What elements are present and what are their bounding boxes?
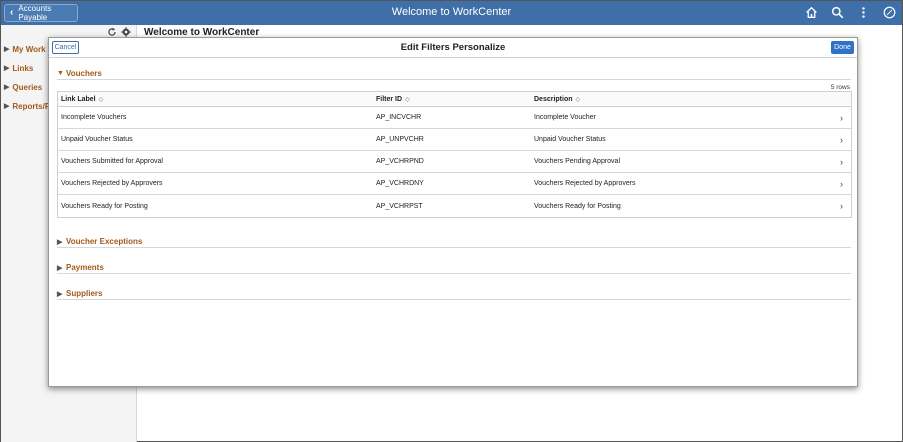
caret-right-icon: ▶ — [57, 238, 63, 246]
sort-icon: ◇ — [575, 96, 581, 103]
banner-title: Welcome to WorkCenter — [391, 6, 512, 18]
filter-id-cell: AP_VCHRDNY — [376, 180, 424, 187]
sort-icon: ◇ — [405, 96, 410, 103]
section-label: Voucher Exceptions — [66, 237, 143, 246]
left-nav-item-label: Links — [12, 63, 34, 73]
link-label-cell: Vouchers Rejected by Approvers — [61, 180, 163, 187]
rows-count: 5 rows — [830, 84, 850, 91]
caret-right-icon: ▶ — [4, 103, 10, 110]
filter-id-cell: AP_VCHRPND — [376, 158, 424, 165]
sort-icon: ◇ — [98, 96, 104, 103]
chevron-right-icon[interactable]: › — [840, 179, 843, 189]
column-header-filter-id[interactable]: Filter ID ◇ — [376, 96, 410, 103]
description-cell: Vouchers Ready for Posting — [534, 202, 621, 210]
link-label-cell: Vouchers Submitted for Approval — [61, 158, 163, 165]
section-suppliers[interactable]: ▶ Suppliers — [57, 288, 851, 300]
link-label-cell: Unpaid Voucher Status — [61, 136, 133, 143]
column-header-link-label[interactable]: Link Label ◇ — [61, 96, 103, 103]
caret-right-icon: ▶ — [4, 46, 10, 53]
edit-filters-modal: Cancel Edit Filters Personalize Done ▼ V… — [48, 37, 858, 387]
grid-header: Link Label ◇ Filter ID ◇ Description ◇ — [58, 92, 851, 107]
modal-header: Cancel Edit Filters Personalize Done — [49, 38, 857, 58]
section-label: Vouchers — [66, 69, 102, 78]
caret-right-icon: ▶ — [57, 264, 63, 272]
table-row[interactable]: Unpaid Voucher Status AP_UNPVCHR Unpaid … — [58, 129, 851, 151]
navbar-icon[interactable] — [881, 4, 897, 20]
left-nav-item-reports[interactable]: ▶ Reports/P — [4, 99, 50, 113]
column-header-description[interactable]: Description ◇ — [534, 96, 580, 103]
left-nav-item-my-work[interactable]: ▶ My Work — [4, 42, 46, 56]
section-voucher-exceptions[interactable]: ▶ Voucher Exceptions — [57, 236, 851, 248]
section-payments[interactable]: ▶ Payments — [57, 262, 851, 274]
left-nav-item-queries[interactable]: ▶ Queries — [4, 80, 42, 94]
section-vouchers[interactable]: ▼ Vouchers — [57, 68, 851, 80]
section-label: Payments — [66, 263, 104, 272]
chevron-right-icon[interactable]: › — [840, 135, 843, 145]
chevron-right-icon[interactable]: › — [840, 113, 843, 123]
column-header-label: Description — [534, 95, 573, 103]
chevron-right-icon[interactable]: › — [840, 157, 843, 167]
chevron-right-icon[interactable]: › — [840, 201, 843, 211]
filter-id-cell: AP_VCHRPST — [376, 202, 423, 210]
link-label-cell: Vouchers Ready for Posting — [61, 202, 148, 210]
banner-actions — [803, 4, 897, 20]
left-nav-item-label: Reports/P — [12, 101, 51, 111]
caret-down-icon: ▼ — [57, 70, 64, 77]
description-cell: Incomplete Voucher — [534, 114, 596, 121]
vouchers-grid: Link Label ◇ Filter ID ◇ Description ◇ I… — [57, 91, 852, 218]
description-cell: Unpaid Voucher Status — [534, 136, 606, 143]
link-label-cell: Incomplete Vouchers — [61, 114, 127, 121]
left-nav-item-label: My Work — [12, 44, 46, 54]
column-header-label: Filter ID — [376, 95, 403, 103]
section-label: Suppliers — [66, 289, 103, 298]
done-button[interactable]: Done — [831, 41, 854, 54]
modal-title: Edit Filters Personalize — [400, 42, 506, 53]
description-cell: Vouchers Rejected by Approvers — [534, 180, 636, 187]
filter-id-cell: AP_INCVCHR — [376, 114, 422, 121]
more-icon[interactable] — [855, 4, 871, 20]
description-cell: Vouchers Pending Approval — [534, 158, 621, 165]
caret-right-icon: ▶ — [4, 84, 10, 91]
table-row[interactable]: Vouchers Ready for Posting AP_VCHRPST Vo… — [58, 195, 851, 217]
column-header-label: Link Label — [61, 95, 96, 103]
left-nav-item-label: Queries — [12, 82, 43, 92]
table-row[interactable]: Vouchers Submitted for Approval AP_VCHRP… — [58, 151, 851, 173]
caret-right-icon: ▶ — [57, 290, 63, 298]
left-nav-item-links[interactable]: ▶ Links — [4, 61, 33, 75]
top-banner: ‹ Accounts Payable Welcome to WorkCenter — [1, 1, 902, 25]
home-icon[interactable] — [803, 4, 819, 20]
filter-id-cell: AP_UNPVCHR — [376, 136, 424, 143]
search-icon[interactable] — [829, 4, 845, 20]
table-row[interactable]: Vouchers Rejected by Approvers AP_VCHRDN… — [58, 173, 851, 195]
caret-right-icon: ▶ — [4, 65, 10, 72]
table-row[interactable]: Incomplete Vouchers AP_INCVCHR Incomplet… — [58, 107, 851, 129]
